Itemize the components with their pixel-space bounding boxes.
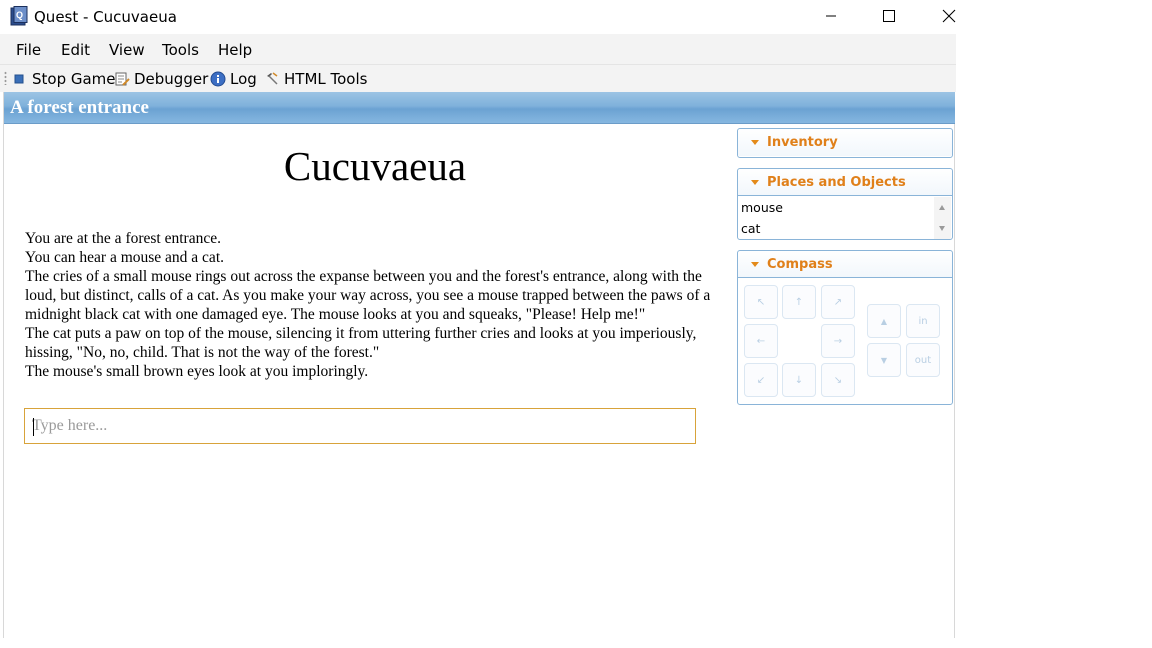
command-box[interactable] [24,408,696,444]
debugger-button[interactable]: Debugger [114,69,208,89]
quest-window: Q Quest - Cucuvaeua File Edit View Tools… [0,0,956,648]
menu-edit[interactable]: Edit [61,41,90,59]
compass-northwest-button[interactable]: ↖ [744,285,778,319]
stop-icon [14,74,24,84]
minimize-button[interactable] [808,0,854,32]
compass-west-button[interactable]: ← [744,324,778,358]
output-line: You can hear a mouse and a cat. [25,249,224,266]
compass-northeast-button[interactable]: ↗ [821,285,855,319]
compass-out-button[interactable]: out [906,343,940,377]
compass-title: Compass [767,257,833,272]
compass-down-button[interactable]: ▼ [867,343,901,377]
compass-up-button[interactable]: ▲ [867,304,901,338]
info-icon [210,71,226,87]
game-area: A forest entrance Cucuvaeua You are at t… [3,92,955,638]
scroll-down-icon[interactable] [939,226,945,231]
compass-north-button[interactable]: ↑ [782,285,816,319]
menu-bar: File Edit View Tools Help [0,34,956,64]
compass-east-button[interactable]: → [821,324,855,358]
stop-game-label: Stop Game [32,70,116,88]
inventory-header[interactable]: Inventory [738,129,952,156]
menu-file[interactable]: File [16,41,41,59]
command-input[interactable] [25,409,695,443]
places-item-cat[interactable]: cat [741,221,760,236]
menu-help[interactable]: Help [218,41,252,59]
output-line: The mouse's small brown eyes look at you… [25,363,369,380]
compass-southwest-button[interactable]: ↙ [744,363,778,397]
compass-panel: Compass ↖ ↑ ↗ ← → ↙ ↓ ↘ ▲ in ▼ out [737,250,953,405]
compass-southeast-button[interactable]: ↘ [821,363,855,397]
toolbar: Stop Game Debugger Log HTML Tools [0,64,956,92]
close-button[interactable] [926,0,972,32]
maximize-icon [883,10,895,22]
scroll-up-icon[interactable] [939,205,945,210]
html-tools-button[interactable]: HTML Tools [264,69,367,89]
places-title: Places and Objects [767,175,906,190]
game-output: You are at the a forest entrance. You ca… [25,229,715,381]
toolbar-grip[interactable] [4,71,7,85]
places-header[interactable]: Places and Objects [738,169,952,196]
output-line: The cries of a small mouse rings out acr… [25,268,711,323]
places-scrollbar[interactable] [934,197,951,239]
location-bar: A forest entrance [4,92,955,124]
places-item-mouse[interactable]: mouse [741,200,783,215]
log-button[interactable]: Log [210,69,257,89]
compass-in-button[interactable]: in [906,304,940,338]
output-line: You are at the a forest entrance. [25,230,221,247]
collapse-caret-icon [751,140,759,145]
window-title: Quest - Cucuvaeua [34,8,177,26]
html-tools-label: HTML Tools [284,70,368,88]
output-line: The cat puts a paw on top of the mouse, … [25,325,697,361]
collapse-caret-icon [751,180,759,185]
text-caret [33,418,34,436]
maximize-button[interactable] [866,0,912,32]
title-bar: Q Quest - Cucuvaeua [0,0,956,34]
inventory-panel: Inventory [737,128,953,158]
compass-south-button[interactable]: ↓ [782,363,816,397]
close-icon [942,9,956,23]
quest-app-icon: Q [10,6,28,26]
debugger-label: Debugger [134,70,209,88]
menu-tools[interactable]: Tools [162,41,199,59]
places-panel: Places and Objects mouse cat [737,168,953,240]
inventory-title: Inventory [767,135,838,150]
debugger-icon [115,72,130,86]
log-label: Log [230,70,257,88]
stop-game-button[interactable]: Stop Game [12,69,116,89]
html-tools-icon [267,72,278,85]
location-name: A forest entrance [10,97,149,118]
svg-text:Q: Q [16,10,23,20]
game-title: Cucuvaeua [283,143,467,189]
compass-header[interactable]: Compass [738,251,952,278]
minimize-icon [826,15,836,17]
menu-view[interactable]: View [109,41,145,59]
collapse-caret-icon [751,262,759,267]
